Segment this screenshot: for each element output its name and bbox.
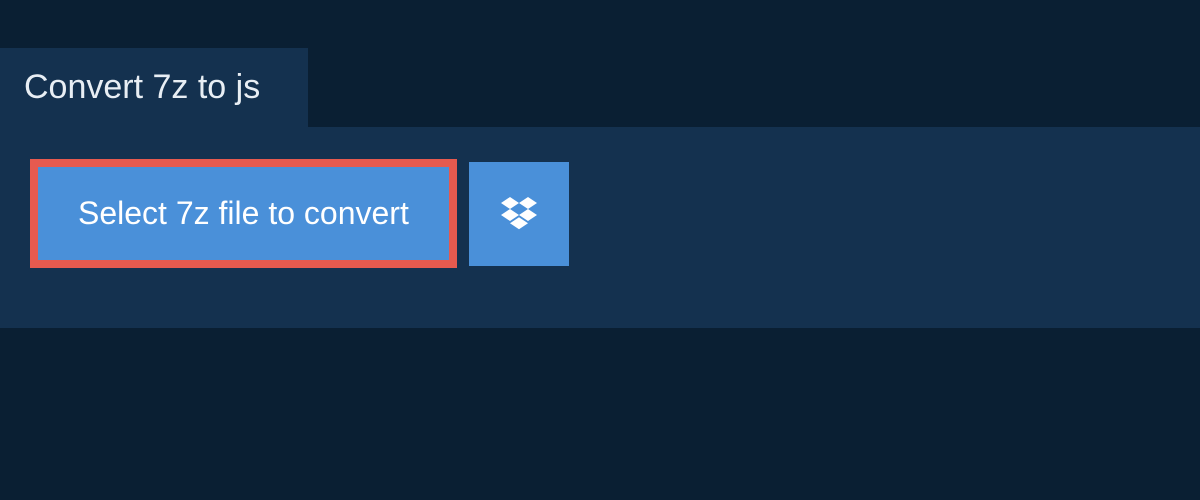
- select-file-button[interactable]: Select 7z file to convert: [30, 159, 457, 268]
- page-title-tab: Convert 7z to js: [0, 48, 308, 127]
- select-file-label: Select 7z file to convert: [78, 195, 409, 231]
- conversion-panel: Select 7z file to convert: [0, 127, 1200, 328]
- dropbox-button[interactable]: [469, 162, 569, 266]
- page-title: Convert 7z to js: [24, 68, 260, 106]
- dropbox-icon: [501, 194, 537, 233]
